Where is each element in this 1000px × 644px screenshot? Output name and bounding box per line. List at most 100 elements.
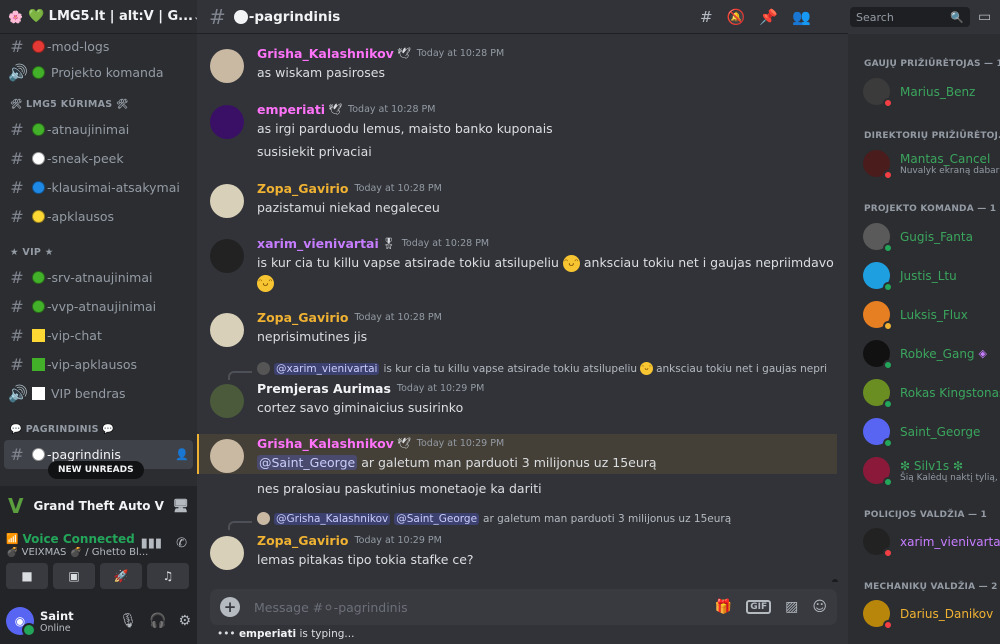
add-attachment-icon[interactable]: + bbox=[220, 597, 240, 617]
category-pagrindinis[interactable]: 💬 PAGRINDINIS 💬 bbox=[0, 408, 197, 440]
camera-button[interactable]: ■ bbox=[6, 563, 48, 589]
avatar[interactable] bbox=[210, 239, 244, 273]
member-item[interactable]: ❇ Silv1s ❇ Šią Kalėdų naktį tylią, v... bbox=[863, 457, 1000, 487]
search-box[interactable]: Search 🔍 bbox=[850, 7, 970, 27]
channel-atnaujinimai[interactable]: # -atnaujinimai bbox=[0, 115, 197, 144]
channel-vip-chat[interactable]: # -vip-chat bbox=[0, 321, 197, 350]
category-kurimas[interactable]: 🛠 LMG5 KŪRIMAS 🛠 bbox=[0, 87, 197, 115]
channel-vvp-atnaujinimai[interactable]: # -vvp-atnaujinimai bbox=[0, 292, 197, 321]
reply-mention[interactable]: @Saint_George bbox=[394, 512, 480, 525]
reply-preview[interactable]: @xarim_vienivartai is kur cia tu killu v… bbox=[257, 362, 827, 375]
disconnect-icon[interactable]: ✆ bbox=[176, 536, 187, 551]
author-name[interactable]: Zopa_Gavirio bbox=[257, 181, 348, 196]
author-name[interactable]: Premjeras Aurimas bbox=[257, 381, 391, 396]
channel-klausimai-atsakymai[interactable]: # -klausimai-atsakymai bbox=[0, 173, 197, 202]
user-mention[interactable]: @Saint_George bbox=[257, 455, 358, 470]
member-item[interactable]: Mantas_Cancel Nuvalyk ekraną dabar bbox=[863, 150, 999, 180]
member-item[interactable]: Rokas Kingstonas bbox=[863, 379, 1000, 409]
author-name[interactable]: Zopa_Gavirio bbox=[257, 533, 348, 548]
search-input[interactable]: Search bbox=[856, 11, 894, 24]
threads-icon[interactable]: # bbox=[700, 8, 713, 26]
settings-gear-icon[interactable]: ⚙ bbox=[178, 613, 191, 629]
monitor-icon[interactable]: 🖥 bbox=[172, 499, 189, 514]
message-text: pazistamui niekad negaleceu bbox=[257, 200, 440, 215]
channel-sneak-peek[interactable]: # -sneak-peek bbox=[0, 144, 197, 173]
activity-button[interactable]: 🚀 bbox=[100, 563, 142, 589]
red-circle-icon bbox=[32, 39, 45, 53]
avatar bbox=[863, 457, 893, 487]
author-name[interactable]: Grisha_Kalashnikov bbox=[257, 436, 394, 451]
gift-icon[interactable]: 🎁 bbox=[715, 599, 732, 615]
channel-srv-atnaujinimai[interactable]: # -srv-atnaujinimai bbox=[0, 263, 197, 292]
new-unreads-pill[interactable]: NEW UNREADS bbox=[48, 461, 144, 479]
message-list: Grisha_Kalashnikov 🕊 Today at 10:28 PM a… bbox=[197, 34, 840, 582]
avatar[interactable] bbox=[210, 184, 244, 218]
channel-label: -srv-atnaujinimai bbox=[47, 270, 153, 285]
add-member-icon[interactable]: 👤 bbox=[175, 448, 189, 461]
typing-user: emperiati bbox=[238, 628, 297, 640]
server-header[interactable]: 🌸 💚 LMG5.lt | alt:V | G... ⌄ bbox=[0, 0, 197, 34]
pin-icon[interactable]: 📌 bbox=[759, 8, 778, 26]
member-item[interactable]: Marius_Benz bbox=[863, 78, 975, 108]
discord-window: 🌸 💚 LMG5.lt | alt:V | G... ⌄ # -mod-logs… bbox=[0, 0, 1000, 644]
avatar[interactable] bbox=[210, 536, 244, 570]
message-text: as irgi parduodu lemus, maisto banko kup… bbox=[257, 121, 553, 136]
avatar[interactable] bbox=[210, 313, 244, 347]
member-name: Justis_Ltu bbox=[900, 268, 957, 283]
scrollbar-thumb[interactable] bbox=[832, 579, 838, 582]
author-name[interactable]: Grisha_Kalashnikov bbox=[257, 46, 394, 61]
members-list-icon[interactable]: 👥 bbox=[792, 8, 811, 26]
message-input[interactable]: Message #⚪-pagrindinis bbox=[254, 600, 715, 615]
avatar[interactable] bbox=[210, 49, 244, 83]
reply-preview[interactable]: @Grisha_Kalashnikov @Saint_George ar gal… bbox=[257, 512, 731, 525]
member-item[interactable]: Darius_Danikov bbox=[863, 600, 993, 630]
headphones-icon[interactable]: 🎧 bbox=[149, 613, 166, 629]
member-item[interactable]: Robke_Gang ◈ bbox=[863, 340, 987, 370]
avatar[interactable] bbox=[210, 105, 244, 139]
user-avatar[interactable]: ◉ bbox=[6, 607, 36, 637]
member-name: xarim_vienivartai bbox=[900, 534, 1000, 549]
typing-indicator: ••• emperiati is typing... bbox=[217, 628, 354, 640]
channel-vip-bendras[interactable]: 🔊 VIP bendras bbox=[0, 379, 197, 408]
gif-icon[interactable]: GIF bbox=[746, 600, 772, 614]
noise-suppression-icon[interactable]: ▮▮▮ bbox=[141, 536, 162, 551]
gta-logo-icon: V bbox=[8, 494, 24, 518]
mute-bell-icon[interactable]: 🔕 bbox=[727, 8, 746, 26]
grinning-emoji-icon: ᵔᴗᵔ bbox=[257, 275, 274, 292]
channel-label: -atnaujinimai bbox=[47, 122, 130, 137]
member-item[interactable]: Saint_George bbox=[863, 418, 981, 448]
hash-icon: # bbox=[10, 207, 24, 226]
inbox-icon[interactable]: ▭ bbox=[978, 9, 991, 25]
microphone-icon[interactable]: 🎙 bbox=[119, 613, 137, 629]
channel-apklausos[interactable]: # -apklausos bbox=[0, 202, 197, 231]
message-composer[interactable]: + Message #⚪-pagrindinis 🎁 GIF ▨ ☺ bbox=[210, 589, 837, 625]
member-name: Saint_George bbox=[900, 424, 981, 439]
member-item[interactable]: xarim_vienivartai bbox=[863, 528, 1000, 558]
reply-author[interactable]: @Grisha_Kalashnikov bbox=[274, 512, 391, 525]
reply-connector bbox=[228, 371, 252, 380]
timestamp: Today at 10:28 PM bbox=[354, 312, 442, 323]
member-item[interactable]: Luksis_Flux bbox=[863, 301, 968, 331]
member-category: POLICIJOS VALDŽIA — 1 bbox=[864, 510, 987, 520]
channel-projekto-komanda[interactable]: 🔊 Projekto komanda bbox=[0, 58, 197, 87]
avatar bbox=[863, 379, 893, 409]
member-item[interactable]: Justis_Ltu bbox=[863, 262, 957, 292]
message: emperiati 🕊 Today at 10:28 PM as irgi pa… bbox=[197, 102, 840, 159]
reply-author[interactable]: @xarim_vienivartai bbox=[274, 362, 380, 375]
category-vip[interactable]: ★ VIP ★ bbox=[0, 231, 197, 263]
author-name[interactable]: Zopa_Gavirio bbox=[257, 310, 348, 325]
soundboard-button[interactable]: ♫ bbox=[147, 563, 189, 589]
avatar[interactable] bbox=[210, 384, 244, 418]
avatar[interactable] bbox=[210, 439, 244, 473]
typing-text: is typing... bbox=[296, 628, 355, 640]
avatar bbox=[863, 528, 893, 558]
emoji-picker-icon[interactable]: ☺ bbox=[812, 599, 827, 615]
screen-share-button[interactable]: ▣ bbox=[53, 563, 95, 589]
channel-vip-apklausos[interactable]: # -vip-apklausos bbox=[0, 350, 197, 379]
author-name[interactable]: xarim_vienivartai bbox=[257, 236, 379, 251]
author-name[interactable]: emperiati bbox=[257, 102, 325, 117]
member-item[interactable]: Gugis_Fanta bbox=[863, 223, 973, 253]
channel-mod-logs[interactable]: # -mod-logs bbox=[0, 34, 197, 58]
channel-label: -sneak-peek bbox=[47, 151, 124, 166]
sticker-icon[interactable]: ▨ bbox=[785, 599, 798, 615]
